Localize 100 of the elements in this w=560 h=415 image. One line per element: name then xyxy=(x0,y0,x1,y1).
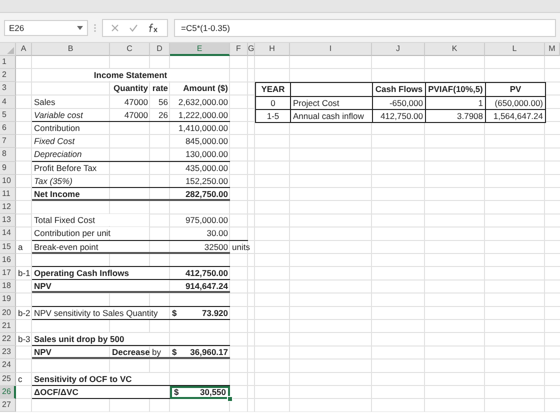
fill-handle[interactable] xyxy=(227,396,233,402)
row-header[interactable]: 19 xyxy=(0,293,16,307)
spreadsheet-cell[interactable]: 914,647.24 xyxy=(170,280,230,292)
spreadsheet-cell[interactable]: 845,000.00 xyxy=(170,135,230,148)
spreadsheet-cell[interactable]: Contribution xyxy=(32,122,110,134)
column-header[interactable]: M xyxy=(545,43,560,56)
row-header[interactable]: 1 xyxy=(0,56,16,70)
row-header[interactable]: 6 xyxy=(0,122,16,136)
column-header[interactable]: G xyxy=(248,43,255,56)
column-header[interactable]: A xyxy=(16,43,32,56)
column-header[interactable]: L xyxy=(485,43,545,56)
spreadsheet-cell[interactable]: Variable cost xyxy=(32,108,110,121)
table-cell: 1,564,647.24 xyxy=(485,108,546,123)
spreadsheet-cell[interactable]: 2,632,000.00 xyxy=(170,96,230,108)
spreadsheet-cell[interactable]: Fixed Cost xyxy=(32,135,110,148)
column-header[interactable]: F xyxy=(230,43,248,56)
spreadsheet-cell[interactable]: $ 36,960.17 xyxy=(170,346,230,358)
row-header[interactable]: 9 xyxy=(0,162,16,175)
spreadsheet-cell[interactable]: 1,410,000.00 xyxy=(170,122,230,134)
row-header[interactable]: 17 xyxy=(0,267,16,280)
function-icon[interactable] xyxy=(148,22,159,32)
spreadsheet-cell[interactable]: b-2 xyxy=(16,306,32,319)
row-header[interactable]: 21 xyxy=(0,320,16,333)
spreadsheet-cell[interactable]: $ 73.920 xyxy=(170,306,230,319)
column-header[interactable]: D xyxy=(150,43,170,56)
spreadsheet-cell[interactable]: Amount ($) xyxy=(170,82,230,94)
row-header[interactable]: 23 xyxy=(0,346,16,360)
currency-symbol: $ xyxy=(172,346,177,358)
spreadsheet-cell[interactable]: a xyxy=(16,240,32,253)
table-cell: Annual cash inflow xyxy=(290,108,373,123)
table-cell: YEAR xyxy=(255,82,291,97)
spreadsheet-cell[interactable]: 56 xyxy=(150,96,170,108)
column-header[interactable]: E xyxy=(170,43,230,56)
column-header[interactable]: K xyxy=(425,43,485,56)
row-header[interactable]: 4 xyxy=(0,96,16,109)
spreadsheet-cell[interactable]: Decrease xyxy=(110,346,150,358)
row-header[interactable]: 22 xyxy=(0,332,16,346)
row-header[interactable]: 18 xyxy=(0,280,16,294)
spreadsheet-cell[interactable]: 152,250.00 xyxy=(170,174,230,187)
spreadsheet-cell[interactable]: NPV xyxy=(32,280,169,292)
row-header[interactable]: 14 xyxy=(0,227,16,241)
row-header[interactable]: 3 xyxy=(0,82,16,96)
row-header[interactable]: 12 xyxy=(0,201,16,214)
select-all-icon[interactable] xyxy=(7,47,14,54)
row-header[interactable]: 5 xyxy=(0,108,16,122)
spreadsheet-cell[interactable]: NPV xyxy=(32,346,110,358)
spreadsheet-cell[interactable]: c xyxy=(16,372,32,384)
checkmark-icon[interactable] xyxy=(129,24,138,32)
column-header[interactable]: B xyxy=(32,43,110,56)
spreadsheet-cell[interactable]: ΔOCF/ΔVC xyxy=(32,386,169,398)
spreadsheet-cell[interactable]: Quantity xyxy=(110,82,150,94)
column-header[interactable]: J xyxy=(372,43,425,56)
spreadsheet-cell[interactable]: units xyxy=(230,240,248,253)
spreadsheet-cell[interactable]: Sales xyxy=(32,96,110,108)
row-header[interactable]: 26 xyxy=(0,386,16,399)
table-cell: -650,000 xyxy=(372,96,426,110)
spreadsheet-cell[interactable]: 282,750.00 xyxy=(170,188,230,200)
spreadsheet-cell[interactable]: 1,222,000.00 xyxy=(170,108,230,121)
spreadsheet-cell[interactable]: Tax (35%) xyxy=(32,174,110,187)
spreadsheet-cell[interactable]: b-3 xyxy=(16,332,32,345)
spreadsheet-cell[interactable]: 975,000.00 xyxy=(170,214,230,226)
spreadsheet-cell[interactable]: NPV sensitivity to Sales Quantity xyxy=(32,306,169,319)
row-header[interactable]: 8 xyxy=(0,148,16,162)
row-header[interactable]: 2 xyxy=(0,69,16,82)
cancel-icon[interactable] xyxy=(111,24,119,32)
cell-value: 30,550 xyxy=(200,388,226,397)
spreadsheet-cell[interactable]: 412,750.00 xyxy=(170,267,230,279)
spreadsheet-cell[interactable]: 32500 xyxy=(170,240,230,253)
row-header[interactable]: 25 xyxy=(0,372,16,386)
spreadsheet-cell[interactable]: Profit Before Tax xyxy=(32,162,110,174)
spreadsheet-cell[interactable]: 26 xyxy=(150,108,170,121)
column-header[interactable]: I xyxy=(290,43,372,56)
row-header[interactable]: 20 xyxy=(0,306,16,320)
spreadsheet-cell[interactable]: 435,000.00 xyxy=(170,162,230,174)
caret-icon xyxy=(77,26,83,30)
spreadsheet-cell[interactable]: b-1 xyxy=(16,267,32,279)
spreadsheet-cell[interactable]: 47000 xyxy=(110,108,150,121)
row-header[interactable]: 27 xyxy=(0,398,16,412)
formula-field[interactable]: =C5*(1-0.35) xyxy=(174,18,556,36)
spreadsheet-cell[interactable]: Depreciation xyxy=(32,148,110,160)
row-header[interactable]: 16 xyxy=(0,254,16,267)
spreadsheet-cell[interactable]: $ 30,550 xyxy=(170,386,230,399)
spreadsheet-cell[interactable]: 30.00 xyxy=(170,227,230,240)
spreadsheet-cell[interactable]: rate xyxy=(150,82,170,94)
table-cell: Project Cost xyxy=(290,96,373,110)
row-header[interactable]: 11 xyxy=(0,188,16,202)
column-header[interactable]: C xyxy=(110,43,150,56)
name-box[interactable]: E26 xyxy=(4,20,88,36)
spreadsheet-cell[interactable]: Net Income xyxy=(32,188,110,200)
table-cell: PVIAF(10%,5) xyxy=(425,82,486,97)
currency-symbol: $ xyxy=(172,306,177,319)
column-header[interactable]: H xyxy=(255,43,290,56)
spreadsheet-cell[interactable]: by xyxy=(150,346,170,358)
row-header[interactable]: 7 xyxy=(0,135,16,148)
spreadsheet-cell[interactable]: 130,000.00 xyxy=(170,148,230,160)
row-header[interactable]: 24 xyxy=(0,359,16,372)
row-header[interactable]: 13 xyxy=(0,214,16,228)
row-header[interactable]: 15 xyxy=(0,240,16,254)
spreadsheet-cell[interactable]: 47000 xyxy=(110,96,150,108)
row-header[interactable]: 10 xyxy=(0,174,16,188)
